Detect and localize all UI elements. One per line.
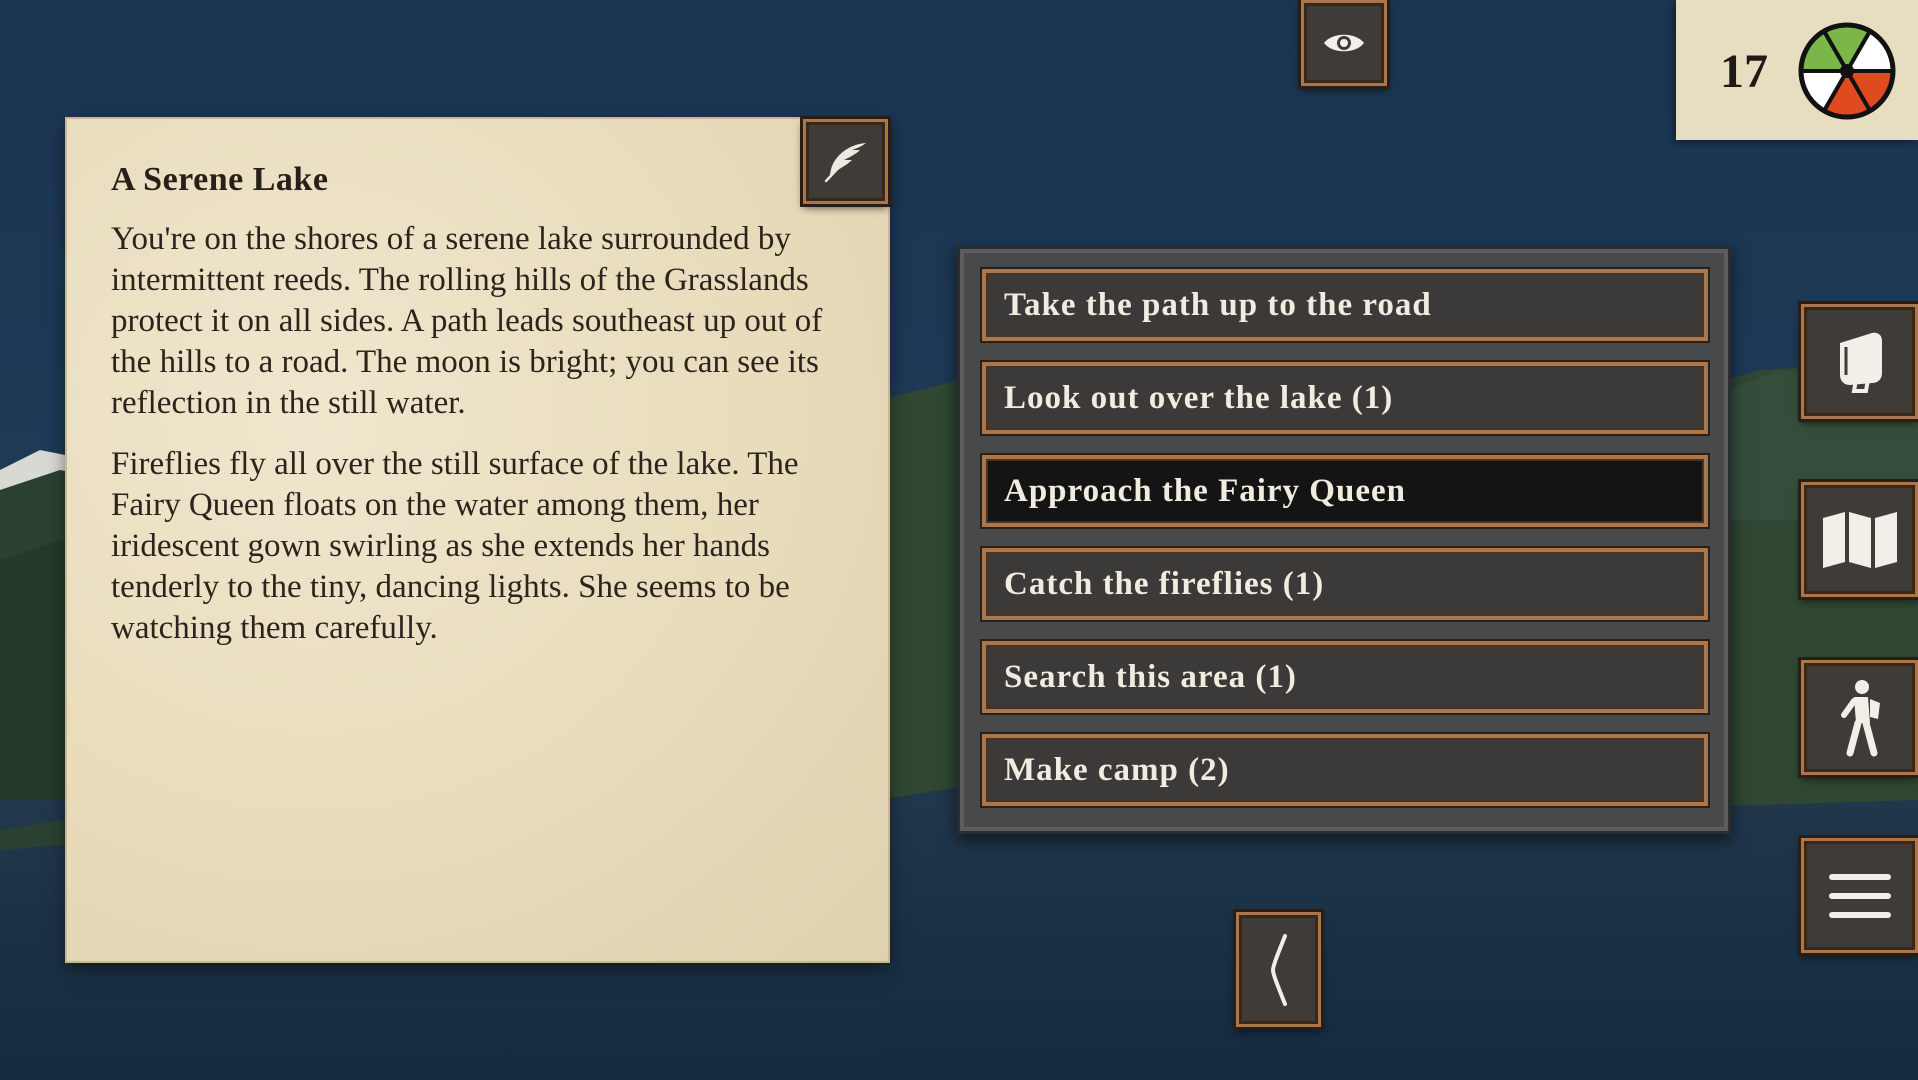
main-menu-button[interactable] <box>1801 838 1918 953</box>
quill-icon <box>822 140 870 184</box>
hiker-icon <box>1832 679 1888 757</box>
choices-panel: Take the path up to the road Look out ov… <box>957 246 1731 834</box>
choice-button[interactable]: Take the path up to the road <box>982 269 1708 341</box>
location-title: A Serene Lake <box>111 161 329 198</box>
choice-button-selected[interactable]: Approach the Fairy Queen <box>982 455 1708 527</box>
status-panel: 17 <box>1676 0 1918 140</box>
health-wheel-icon[interactable] <box>1797 21 1897 121</box>
story-paragraph: Fireflies fly all over the still surface… <box>111 446 799 646</box>
story-paragraph: You're on the shores of a serene lake su… <box>111 221 823 421</box>
choice-button[interactable]: Catch the fireflies (1) <box>982 548 1708 620</box>
eye-icon <box>1322 29 1366 57</box>
choice-button[interactable]: Search this area (1) <box>982 641 1708 713</box>
back-button[interactable] <box>1236 912 1321 1027</box>
menu-icon <box>1828 872 1891 920</box>
look-button[interactable] <box>1301 0 1387 86</box>
day-counter: 17 <box>1720 45 1768 98</box>
story-panel: A Serene Lake You're on the shores of a … <box>67 119 888 961</box>
story-text: You're on the shores of a serene lake su… <box>111 219 851 669</box>
character-button[interactable] <box>1801 660 1918 775</box>
inventory-button[interactable] <box>1801 304 1918 419</box>
map-icon <box>1821 510 1899 570</box>
choice-button[interactable]: Make camp (2) <box>982 734 1708 806</box>
map-button[interactable] <box>1801 482 1918 597</box>
journal-button[interactable] <box>803 119 888 204</box>
inventory-icon <box>1832 329 1888 395</box>
choice-button[interactable]: Look out over the lake (1) <box>982 362 1708 434</box>
back-icon <box>1267 932 1291 1008</box>
